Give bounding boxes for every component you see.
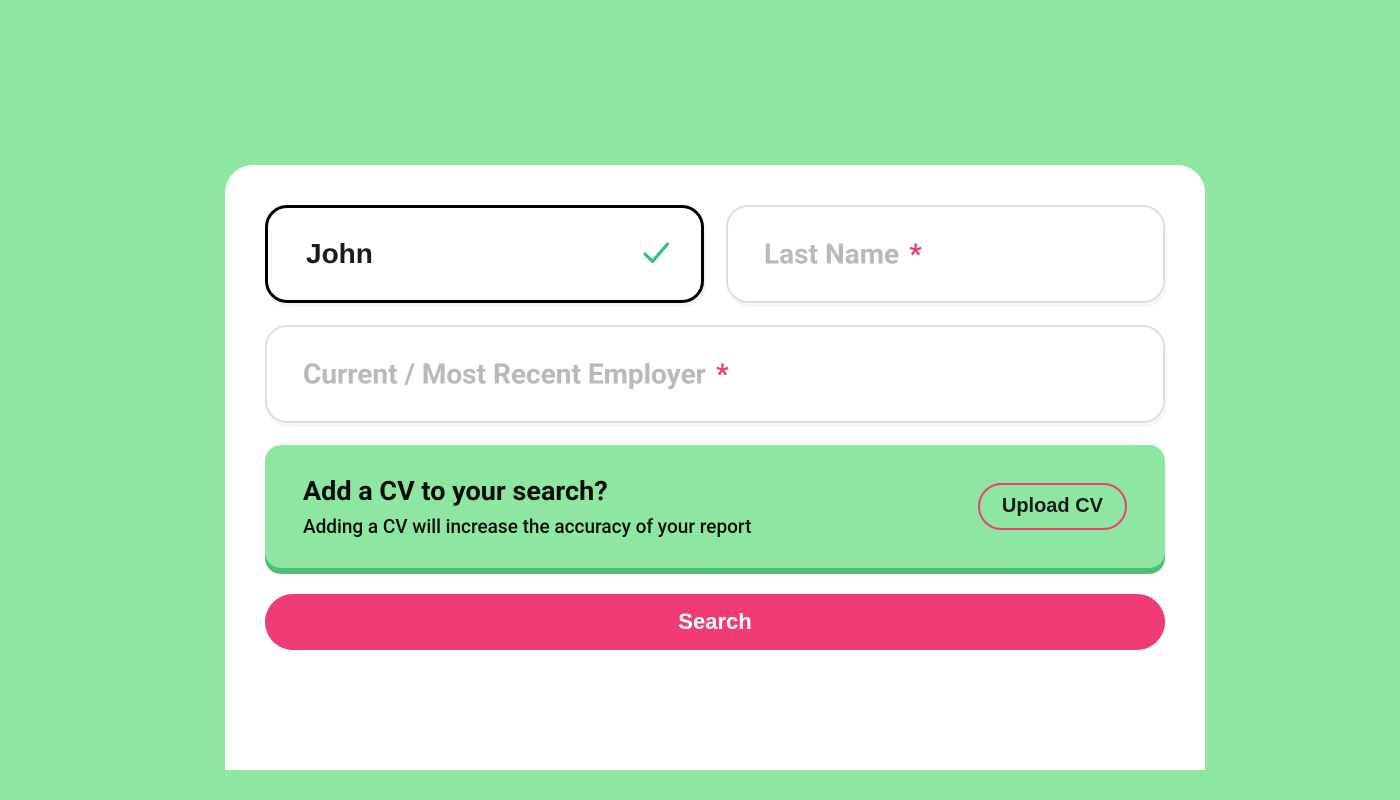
name-row: First Name * Last Name * [265, 205, 1165, 303]
checkmark-icon [640, 239, 670, 269]
first-name-field[interactable] [265, 205, 704, 303]
cv-panel-title: Add a CV to your search? [303, 475, 751, 507]
search-form-card: First Name * Last Name * Current / Most … [225, 165, 1205, 770]
search-button[interactable]: Search [265, 594, 1165, 650]
employer-field[interactable] [265, 325, 1165, 423]
first-name-field-wrap: First Name * [265, 205, 704, 303]
upload-cv-button[interactable]: Upload CV [978, 483, 1127, 530]
cv-text-group: Add a CV to your search? Adding a CV wil… [303, 475, 751, 538]
last-name-field[interactable] [726, 205, 1165, 303]
employer-field-wrap: Current / Most Recent Employer * [265, 325, 1165, 423]
last-name-field-wrap: Last Name * [726, 205, 1165, 303]
cv-panel-subtitle: Adding a CV will increase the accuracy o… [303, 515, 751, 538]
cv-upload-panel: Add a CV to your search? Adding a CV wil… [265, 445, 1165, 568]
employer-row: Current / Most Recent Employer * [265, 325, 1165, 423]
